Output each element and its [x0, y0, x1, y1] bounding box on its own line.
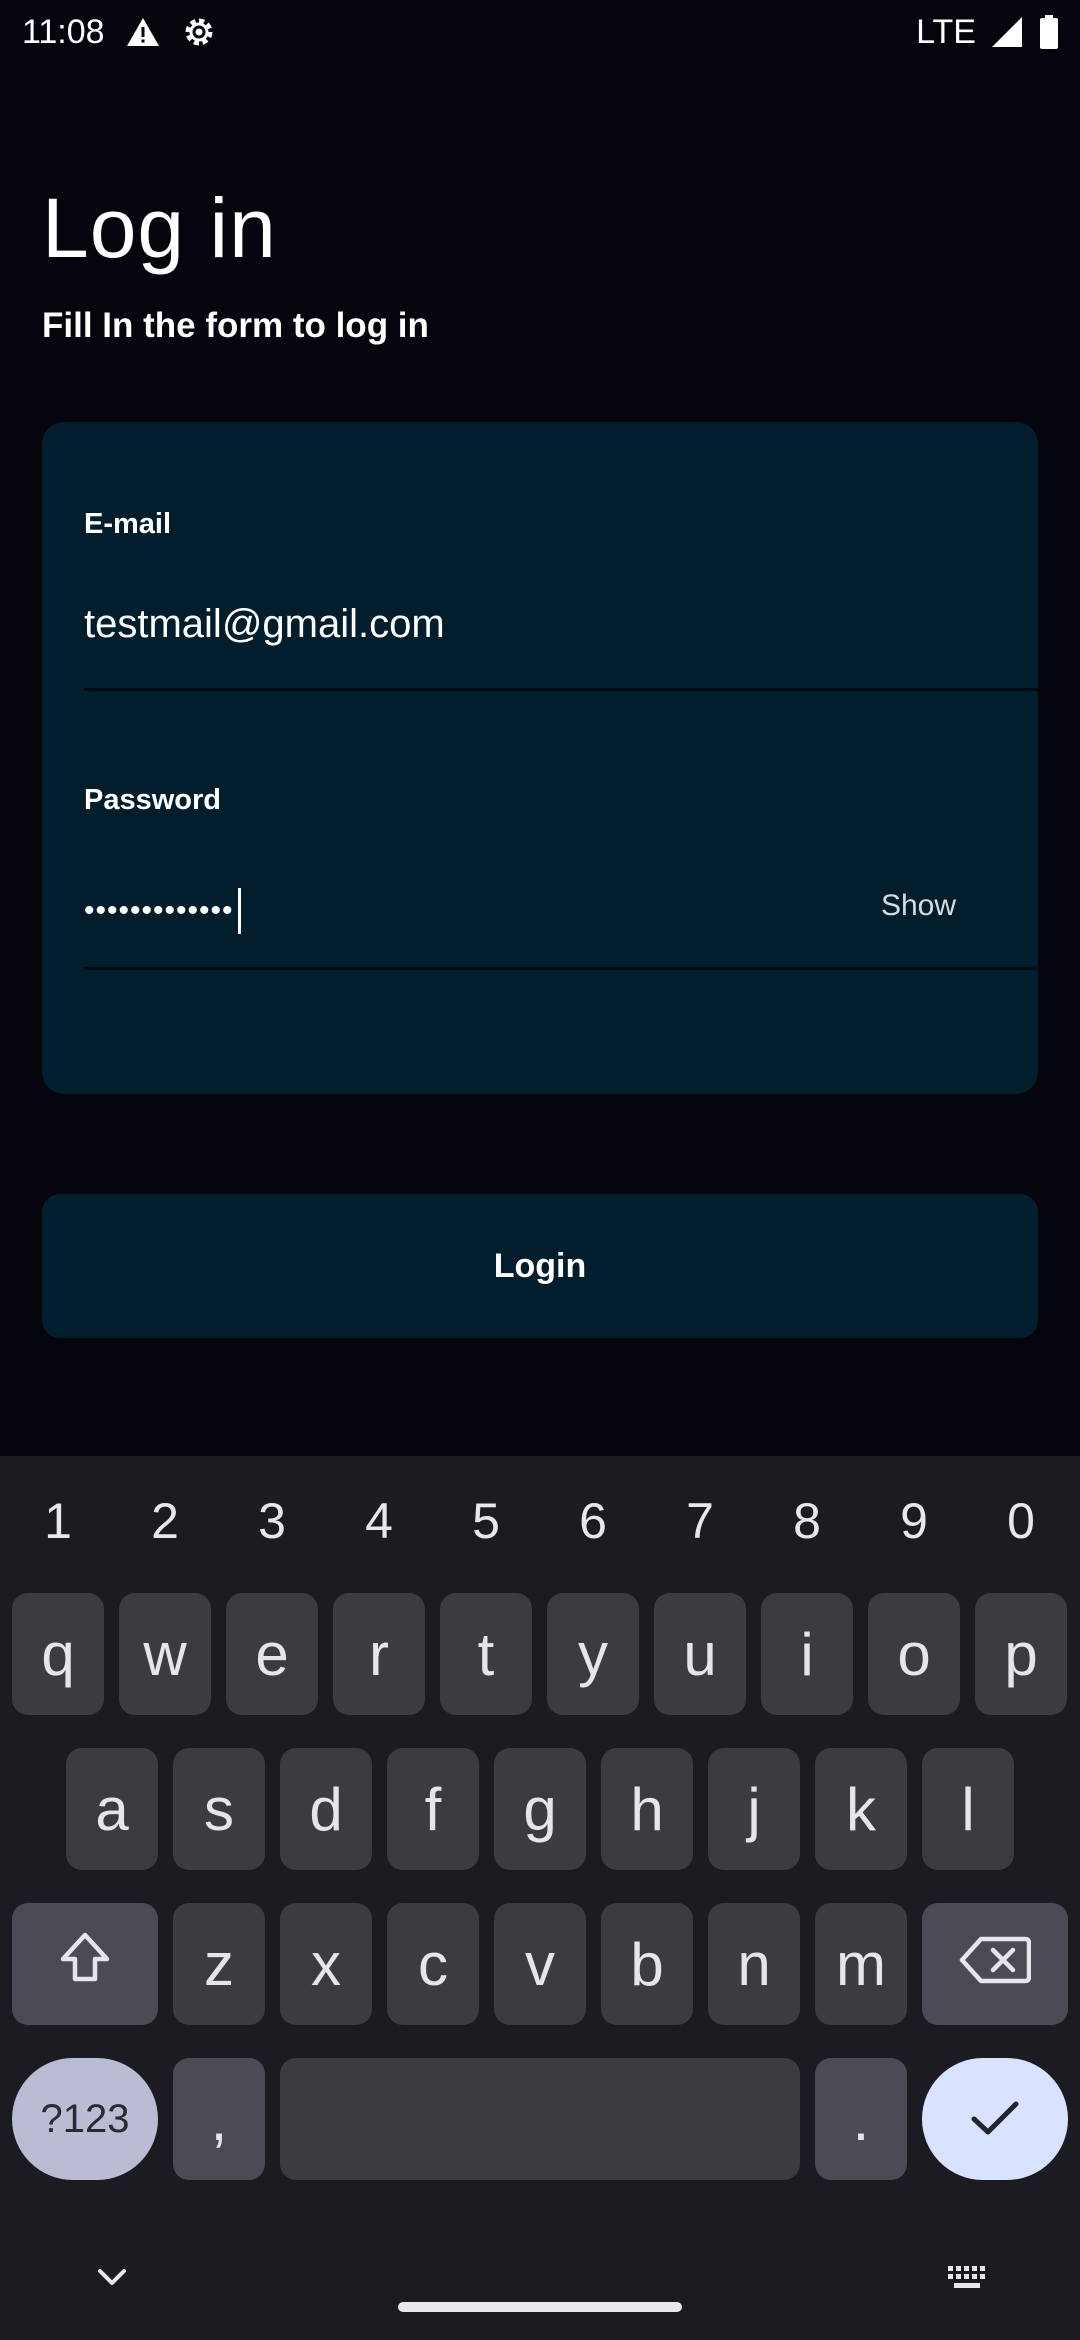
key-v[interactable]: v [494, 1903, 586, 2025]
email-underline [84, 688, 1038, 691]
home-gesture-handle[interactable] [398, 2302, 682, 2312]
email-field[interactable]: testmail@gmail.com [84, 602, 445, 647]
gear-icon [181, 14, 217, 50]
number-row: 1 2 3 4 5 6 7 8 9 0 [0, 1456, 1080, 1580]
key-h[interactable]: h [601, 1748, 693, 1870]
show-password-toggle[interactable]: Show [881, 889, 956, 923]
key-8[interactable]: 8 [777, 1492, 837, 1550]
key-s[interactable]: s [173, 1748, 265, 1870]
status-bar: 11:08 LTE [0, 0, 1080, 64]
comma-key[interactable]: , [173, 2058, 265, 2180]
key-7[interactable]: 7 [670, 1492, 730, 1550]
key-u[interactable]: u [654, 1593, 746, 1715]
symbols-key[interactable]: ?123 [12, 2058, 158, 2180]
key-1[interactable]: 1 [28, 1492, 88, 1550]
key-c[interactable]: c [387, 1903, 479, 2025]
navigation-bar [0, 2250, 1080, 2340]
login-form-card: E-mail testmail@gmail.com Password •••••… [42, 422, 1038, 1094]
key-w[interactable]: w [119, 1593, 211, 1715]
key-j[interactable]: j [708, 1748, 800, 1870]
shift-icon [55, 1927, 115, 2001]
key-d[interactable]: d [280, 1748, 372, 1870]
page-subtitle: Fill In the form to log in [42, 306, 429, 345]
key-6[interactable]: 6 [563, 1492, 623, 1550]
key-p[interactable]: p [975, 1593, 1067, 1715]
key-z[interactable]: z [173, 1903, 265, 2025]
key-9[interactable]: 9 [884, 1492, 944, 1550]
space-key[interactable] [280, 2058, 800, 2180]
key-t[interactable]: t [440, 1593, 532, 1715]
page-title: Log in [42, 181, 277, 275]
key-k[interactable]: k [815, 1748, 907, 1870]
shift-key[interactable] [12, 1903, 158, 2025]
key-n[interactable]: n [708, 1903, 800, 2025]
email-label: E-mail [84, 508, 172, 540]
status-left: 11:08 [22, 13, 217, 52]
backspace-key[interactable] [922, 1903, 1068, 2025]
battery-icon [1038, 15, 1060, 49]
key-q[interactable]: q [12, 1593, 104, 1715]
password-masked-value: ••••••••••••• [84, 894, 234, 927]
backspace-icon [959, 1930, 1032, 1999]
key-3[interactable]: 3 [242, 1492, 302, 1550]
status-time: 11:08 [22, 12, 105, 51]
password-underline [84, 967, 1038, 970]
key-r[interactable]: r [333, 1593, 425, 1715]
checkmark-icon [968, 2085, 1022, 2154]
key-0[interactable]: 0 [991, 1492, 1051, 1550]
signal-icon [990, 15, 1024, 49]
chevron-down-icon[interactable] [94, 2262, 130, 2297]
network-type: LTE [916, 12, 976, 51]
enter-key[interactable] [922, 2058, 1068, 2180]
password-field[interactable]: ••••••••••••• [84, 888, 241, 934]
login-button[interactable]: Login [42, 1194, 1038, 1338]
text-cursor [237, 888, 241, 934]
warning-icon [125, 16, 161, 48]
key-l[interactable]: l [922, 1748, 1014, 1870]
keyboard-icon[interactable] [946, 2264, 990, 2297]
key-y[interactable]: y [547, 1593, 639, 1715]
key-o[interactable]: o [868, 1593, 960, 1715]
key-e[interactable]: e [226, 1593, 318, 1715]
status-right: LTE [916, 13, 1060, 52]
key-b[interactable]: b [601, 1903, 693, 2025]
key-f[interactable]: f [387, 1748, 479, 1870]
key-2[interactable]: 2 [135, 1492, 195, 1550]
key-m[interactable]: m [815, 1903, 907, 2025]
on-screen-keyboard: 1 2 3 4 5 6 7 8 9 0 q w e r t y u i o p … [0, 1456, 1080, 2340]
key-x[interactable]: x [280, 1903, 372, 2025]
key-a[interactable]: a [66, 1748, 158, 1870]
key-5[interactable]: 5 [456, 1492, 516, 1550]
key-4[interactable]: 4 [349, 1492, 409, 1550]
period-key[interactable]: . [815, 2058, 907, 2180]
password-label: Password [84, 784, 221, 816]
key-i[interactable]: i [761, 1593, 853, 1715]
key-g[interactable]: g [494, 1748, 586, 1870]
